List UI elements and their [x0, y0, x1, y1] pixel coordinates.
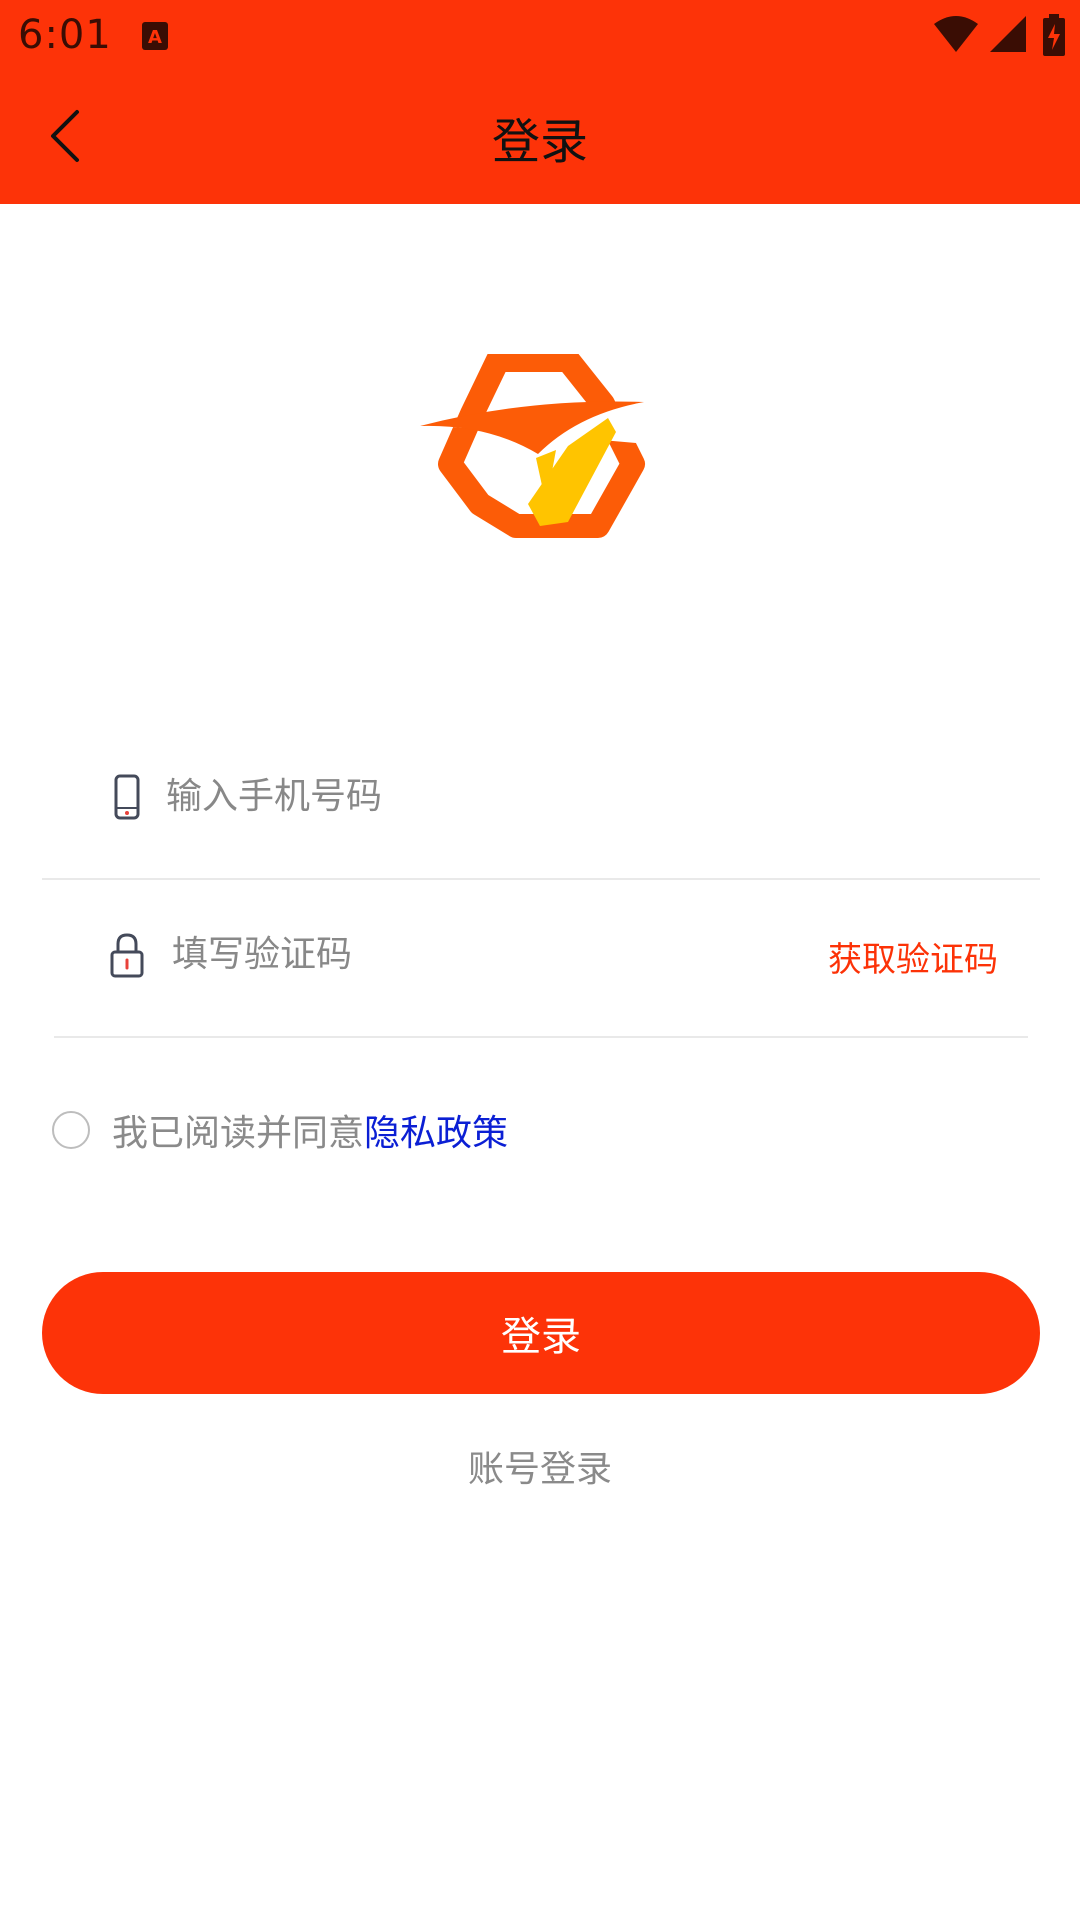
lock-icon [110, 933, 144, 978]
battery-charging-icon [1043, 14, 1065, 56]
app-header: 6:01 A 登录 [0, 0, 1080, 204]
cell-signal-icon [990, 16, 1026, 52]
status-time: 6:01 [18, 12, 112, 58]
phone-input[interactable] [166, 766, 726, 826]
code-field-row: 获取验证码 [54, 876, 1028, 1038]
privacy-policy-link[interactable]: 隐私政策 [364, 1104, 508, 1156]
app-notification-icon: A [142, 22, 168, 50]
agreement-text: 我已阅读并同意 [112, 1113, 365, 1154]
phone-field-row [42, 718, 1040, 880]
svg-text:A: A [148, 27, 162, 48]
verification-code-input[interactable] [172, 924, 692, 984]
account-login-link[interactable]: 账号登录 [0, 1440, 1080, 1492]
get-code-button[interactable]: 获取验证码 [828, 932, 998, 981]
phone-icon [114, 774, 140, 820]
page-title: 登录 [491, 114, 588, 170]
wifi-icon [934, 16, 978, 52]
agreement-radio[interactable] [52, 1111, 90, 1149]
app-logo [418, 354, 648, 538]
login-button[interactable]: 登录 [42, 1272, 1040, 1394]
agreement-row: 我已阅读并同意 隐私政策 [52, 1100, 508, 1160]
